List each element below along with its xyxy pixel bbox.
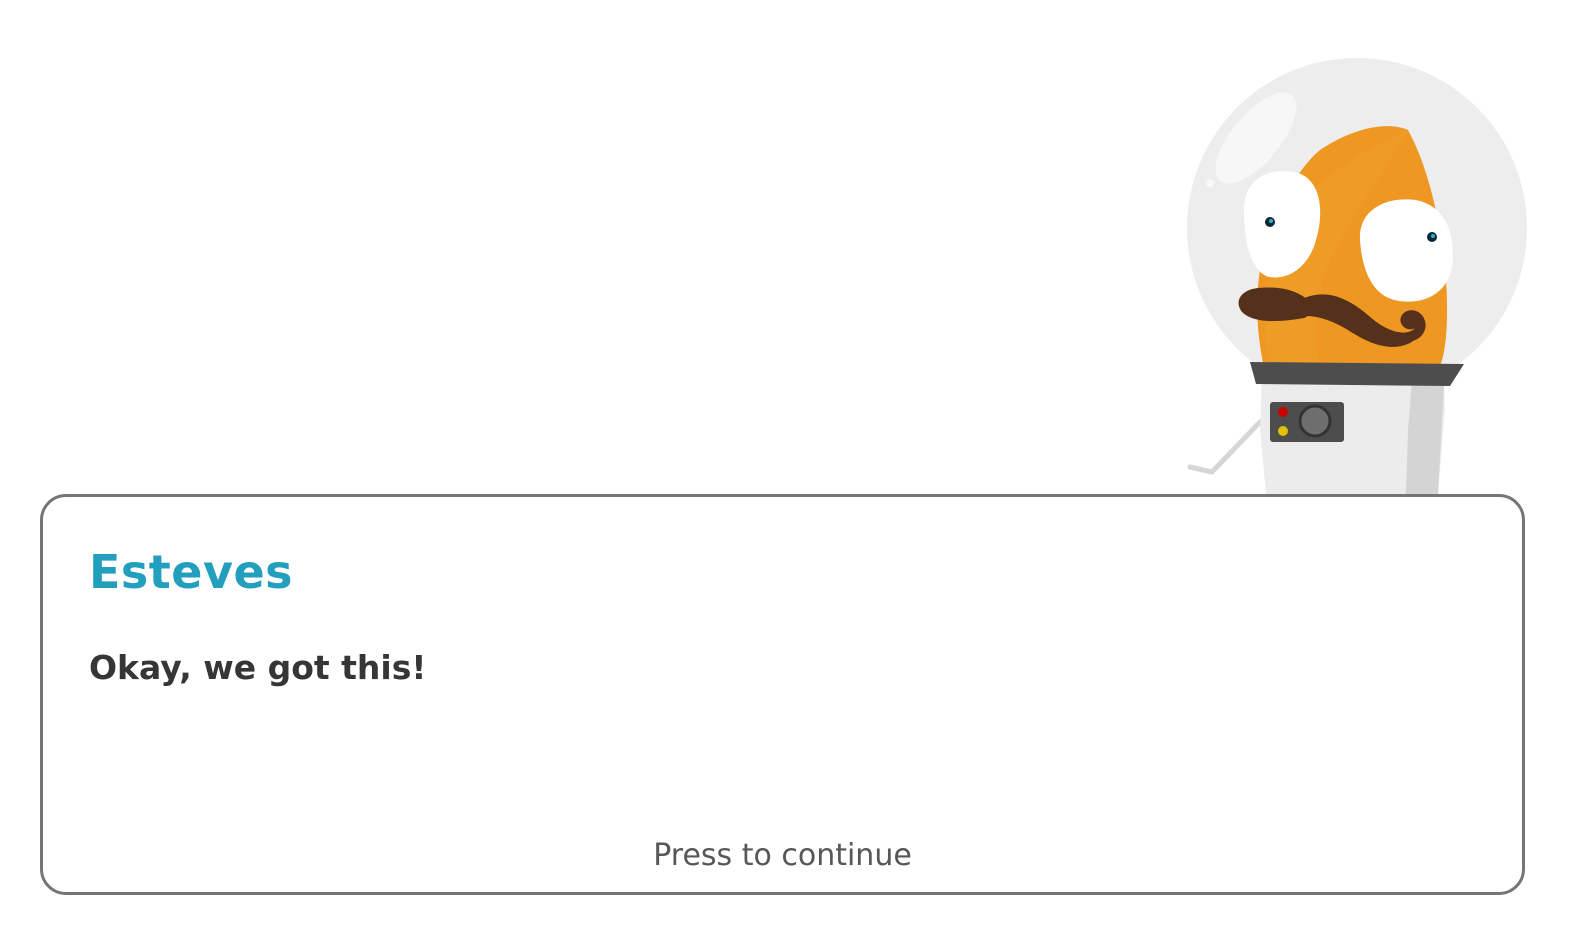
speaker-name: Esteves xyxy=(89,545,294,599)
astronaut-mascot-icon xyxy=(1180,50,1540,510)
dialog-box[interactable]: Esteves Okay, we got this! Press to cont… xyxy=(40,494,1525,895)
game-scene: Esteves Okay, we got this! Press to cont… xyxy=(0,0,1587,926)
continue-prompt[interactable]: Press to continue xyxy=(43,841,1522,871)
dialog-text: Okay, we got this! xyxy=(89,648,427,687)
